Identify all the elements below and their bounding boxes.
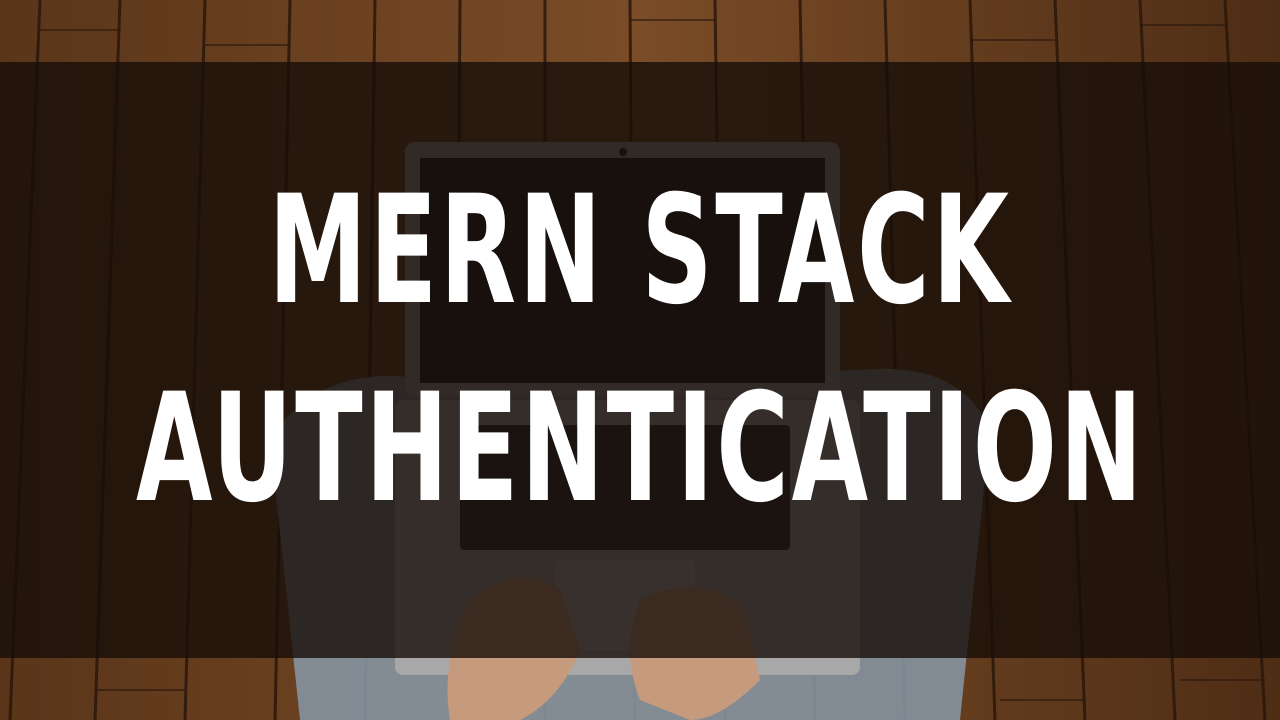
headline-line-1: MERN STACK <box>268 164 1012 338</box>
thumbnail-scene: MERN STACK AUTHENTICATION <box>0 0 1280 720</box>
headline-line-2: AUTHENTICATION <box>135 362 1145 536</box>
headline: MERN STACK AUTHENTICATION <box>0 62 1280 658</box>
